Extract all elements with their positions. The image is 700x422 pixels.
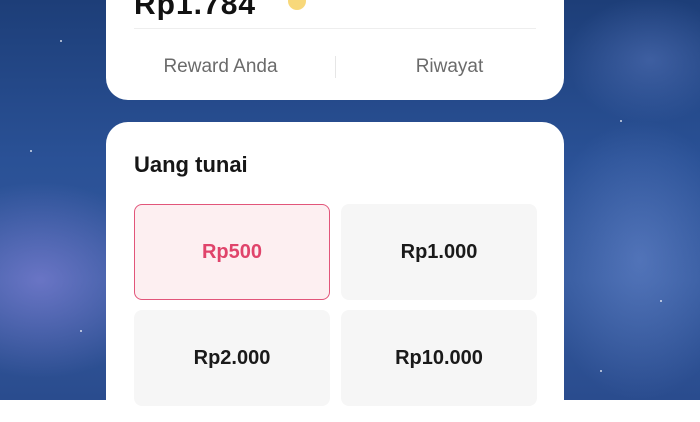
- amount-option-rp10000[interactable]: Rp10.000: [341, 310, 537, 406]
- amount-label: Rp500: [201, 240, 263, 263]
- cash-section-title: Uang tunai: [134, 152, 248, 177]
- balance-amount: Rp1.784: [134, 0, 257, 21]
- coin-icon: [288, 0, 306, 10]
- tab-bar: Reward Anda Riwayat: [106, 52, 564, 82]
- amount-label: Rp2.000: [193, 346, 271, 369]
- divider: [134, 28, 536, 29]
- tab-separator: [335, 56, 336, 78]
- amount-option-rp2000[interactable]: Rp2.000: [134, 310, 330, 406]
- amount-option-rp500[interactable]: Rp500: [134, 204, 330, 300]
- amount-option-rp1000[interactable]: Rp1.000: [341, 204, 537, 300]
- cash-card: Uang tunai Rp500 Rp1.000 Rp2.000 Rp10.00…: [106, 122, 564, 422]
- tab-riwayat[interactable]: Riwayat: [335, 52, 564, 82]
- tab-reward-anda[interactable]: Reward Anda: [106, 52, 335, 82]
- amount-label: Rp1.000: [400, 240, 478, 263]
- balance-card: Rp1.784 Reward Anda Riwayat: [106, 0, 564, 100]
- amount-label: Rp10.000: [395, 346, 483, 369]
